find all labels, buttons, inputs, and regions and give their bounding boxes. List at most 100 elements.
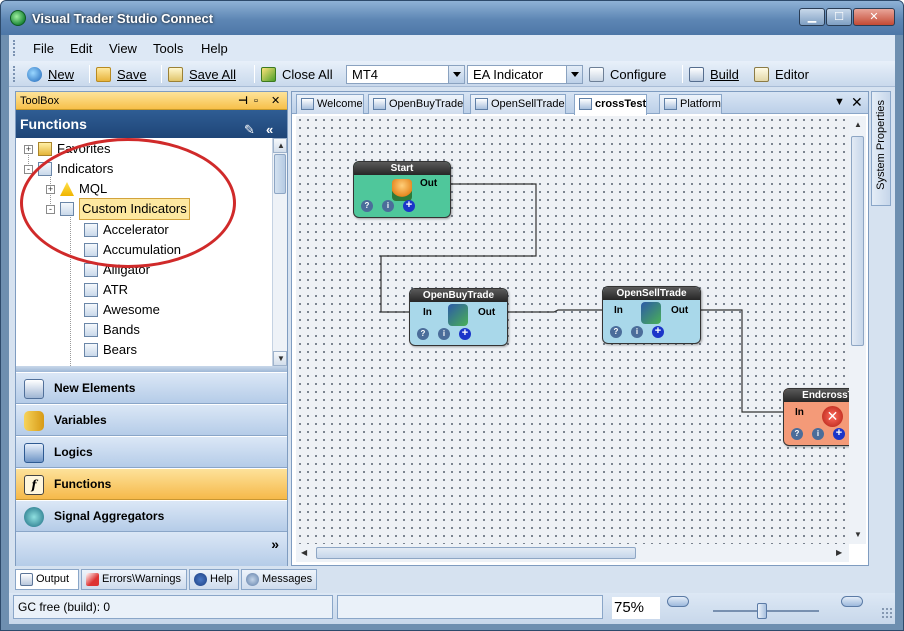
- info-icon[interactable]: i: [631, 326, 643, 338]
- new-button[interactable]: New: [27, 65, 74, 83]
- menu-file[interactable]: File: [33, 41, 54, 56]
- node-end[interactable]: EndcrossT In ✕ ? i +: [783, 388, 849, 446]
- tab-welcome[interactable]: Welcome: [296, 94, 364, 114]
- scroll-up-icon[interactable]: ▲: [854, 120, 862, 129]
- zoom-slider-thumb[interactable]: [757, 603, 767, 619]
- chevron-down-icon[interactable]: [566, 66, 582, 83]
- save-all-button[interactable]: Save All: [168, 65, 236, 83]
- help-icon[interactable]: ?: [791, 428, 803, 440]
- port-in[interactable]: In: [795, 407, 804, 418]
- tree-item-mql[interactable]: + MQL: [46, 179, 107, 199]
- port-out[interactable]: Out: [478, 307, 495, 318]
- zoom-out-button[interactable]: [667, 596, 689, 607]
- collapse-icon[interactable]: -: [46, 204, 55, 214]
- port-out[interactable]: Out: [671, 305, 688, 316]
- chevron-down-icon[interactable]: [448, 66, 464, 83]
- category-signal-aggregators[interactable]: Signal Aggregators: [16, 500, 287, 532]
- platform-select[interactable]: MT4: [346, 65, 465, 84]
- type-select[interactable]: EA Indicator: [467, 65, 583, 84]
- tab-openbuytrade[interactable]: OpenBuyTrade: [368, 94, 465, 114]
- configure-button[interactable]: Configure: [589, 65, 666, 83]
- category-new-elements[interactable]: New Elements: [16, 372, 287, 404]
- tree-item-accumulation[interactable]: Accumulation: [84, 240, 181, 260]
- help-icon[interactable]: ?: [610, 326, 622, 338]
- maximize-button[interactable]: ☐: [826, 8, 852, 26]
- zoom-in-button[interactable]: [841, 596, 863, 607]
- scroll-down-icon[interactable]: ▼: [854, 530, 862, 539]
- tree-item-indicators[interactable]: - Indicators: [24, 159, 113, 179]
- close-all-button[interactable]: Close All: [261, 65, 333, 83]
- add-icon[interactable]: +: [459, 328, 471, 340]
- tree-item-atr[interactable]: ATR: [84, 280, 128, 300]
- tree-item-awesome[interactable]: Awesome: [84, 300, 160, 320]
- node-title: Start: [354, 162, 450, 175]
- scroll-down-icon[interactable]: ▼: [273, 351, 287, 366]
- system-properties-tab[interactable]: System Properties: [871, 91, 891, 206]
- function-tree[interactable]: + Favorites - Indicators + MQL - Custom …: [16, 138, 272, 366]
- add-icon[interactable]: +: [833, 428, 845, 440]
- category-functions[interactable]: f Functions: [16, 468, 287, 500]
- menu-tools[interactable]: Tools: [153, 41, 183, 56]
- tab-help[interactable]: Help: [189, 569, 239, 590]
- port-in[interactable]: In: [614, 305, 623, 316]
- scroll-thumb[interactable]: [316, 547, 636, 559]
- help-icon[interactable]: ?: [361, 200, 373, 212]
- menu-help[interactable]: Help: [201, 41, 228, 56]
- tree-item-accelerator[interactable]: Accelerator: [84, 220, 169, 240]
- close-tab-icon[interactable]: ✕: [851, 94, 863, 111]
- add-icon[interactable]: +: [403, 200, 415, 212]
- tree-item-favorites[interactable]: + Favorites: [24, 139, 110, 159]
- category-variables[interactable]: Variables: [16, 404, 287, 436]
- tab-output[interactable]: Output: [15, 569, 79, 590]
- add-icon[interactable]: +: [652, 326, 664, 338]
- scroll-thumb[interactable]: [851, 136, 864, 346]
- scroll-left-icon[interactable]: ◀: [301, 548, 307, 557]
- editor-button[interactable]: Editor: [754, 65, 809, 83]
- port-out[interactable]: Out: [420, 178, 437, 189]
- canvas-horizontal-scrollbar[interactable]: ◀ ▶: [296, 544, 849, 562]
- scroll-right-icon[interactable]: ▶: [836, 548, 842, 557]
- help-icon[interactable]: ?: [417, 328, 429, 340]
- tab-errors-warnings[interactable]: Errors\Warnings: [81, 569, 187, 590]
- close-window-button[interactable]: ✕: [853, 8, 895, 26]
- tree-item-bears[interactable]: Bears: [84, 340, 137, 360]
- tab-messages[interactable]: Messages: [241, 569, 317, 590]
- tree-item-bands[interactable]: Bands: [84, 320, 140, 340]
- scroll-thumb[interactable]: [274, 154, 286, 194]
- node-start[interactable]: Start Out ? i +: [353, 161, 451, 218]
- minimize-button[interactable]: ▁: [799, 8, 825, 26]
- build-button[interactable]: Build: [689, 65, 739, 83]
- tab-crosstest[interactable]: crossTest: [574, 94, 648, 115]
- indicator-chart-icon: [60, 202, 74, 216]
- tab-platform[interactable]: Platform: [659, 94, 722, 114]
- tab-openselltrade[interactable]: OpenSellTrade: [470, 94, 566, 114]
- maximize-panel-icon[interactable]: ▫: [254, 92, 258, 110]
- double-chevron-down-icon[interactable]: »: [271, 536, 279, 552]
- canvas-vertical-scrollbar[interactable]: ▲ ▼: [849, 116, 866, 544]
- resize-grip[interactable]: [881, 607, 893, 619]
- port-in[interactable]: In: [423, 307, 432, 318]
- collapse-icon[interactable]: -: [24, 164, 33, 174]
- tree-item-custom-indicators[interactable]: - Custom Indicators: [46, 198, 190, 220]
- node-openbuytrade[interactable]: OpenBuyTrade In Out ? i +: [409, 288, 508, 346]
- tree-scrollbar[interactable]: ▲ ▼: [272, 138, 287, 366]
- flow-canvas[interactable]: Start Out ? i + OpenBuyTrade In Out ? i …: [296, 116, 849, 544]
- toolbar-separator: [161, 65, 162, 83]
- tab-list-dropdown-icon[interactable]: ▼: [834, 96, 845, 108]
- info-icon[interactable]: i: [438, 328, 450, 340]
- info-icon[interactable]: i: [812, 428, 824, 440]
- tree-item-alligator[interactable]: Alligator: [84, 260, 150, 280]
- document-area: Welcome OpenBuyTrade OpenSellTrade cross…: [291, 91, 869, 566]
- expand-icon[interactable]: +: [46, 184, 55, 194]
- expand-icon[interactable]: +: [24, 144, 33, 154]
- category-logics[interactable]: Logics: [16, 436, 287, 468]
- menu-view[interactable]: View: [109, 41, 137, 56]
- info-icon[interactable]: i: [382, 200, 394, 212]
- save-button[interactable]: Save: [96, 65, 147, 83]
- scroll-up-icon[interactable]: ▲: [273, 138, 287, 153]
- node-openselltrade[interactable]: OpenSellTrade In Out ? i +: [602, 286, 701, 344]
- pin-icon[interactable]: ⊣: [238, 92, 248, 110]
- menu-edit[interactable]: Edit: [70, 41, 92, 56]
- categories-overflow[interactable]: »: [16, 532, 287, 566]
- close-panel-icon[interactable]: ✕: [271, 92, 280, 110]
